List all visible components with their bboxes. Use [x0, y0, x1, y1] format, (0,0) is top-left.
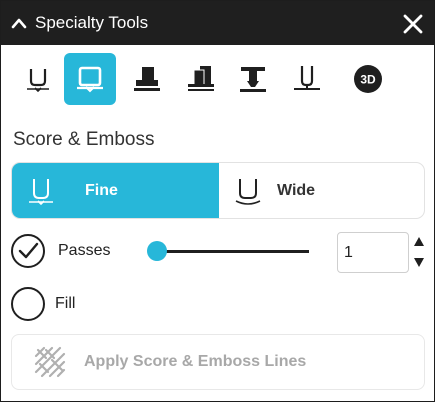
- deboss-tool-icon: [77, 66, 103, 93]
- specialty-tools-panel: Specialty Tools 3D Score & Emboss Fine W…: [0, 0, 435, 402]
- section-title: Score & Emboss: [13, 129, 155, 150]
- fine-tip-icon: [29, 178, 53, 205]
- multi-layer-tool-icon: [188, 66, 214, 91]
- increment-arrow-icon[interactable]: [412, 235, 426, 249]
- 3d-tool-icon: 3D: [354, 65, 382, 93]
- 3d-tool-label: 3D: [360, 73, 376, 87]
- passes-stepper: [337, 232, 409, 273]
- tool-selector: 3D: [1, 45, 434, 117]
- stamp-tool-icon: [240, 67, 266, 92]
- decrement-arrow-icon[interactable]: [412, 255, 426, 269]
- mode-wide-label: Wide: [277, 181, 316, 199]
- tool-engrave[interactable]: [121, 53, 173, 105]
- apply-score-emboss-button[interactable]: Apply Score & Emboss Lines: [11, 334, 425, 390]
- wide-tip-icon: [235, 178, 261, 205]
- hatch-lines-icon: [34, 346, 66, 378]
- tool-stamp[interactable]: [227, 53, 279, 105]
- tool-multi-layer[interactable]: [175, 53, 227, 105]
- mode-fine-label: Fine: [85, 181, 118, 199]
- apply-button-label: Apply Score & Emboss Lines: [84, 353, 307, 370]
- panel-title: Specialty Tools: [35, 13, 149, 32]
- tool-3d[interactable]: 3D: [342, 53, 394, 105]
- score-emboss-tool-icon: [27, 69, 49, 93]
- title-bar: Specialty Tools: [1, 1, 434, 45]
- passes-slider-track[interactable]: [157, 250, 309, 253]
- pen-plate-tool-icon: [294, 66, 320, 90]
- fill-label: Fill: [55, 295, 76, 312]
- chevron-up-icon[interactable]: [10, 15, 28, 31]
- tool-pen-plate[interactable]: [281, 53, 333, 105]
- emboss-mode-selector: Fine Wide: [11, 162, 425, 219]
- passes-slider-handle[interactable]: [147, 241, 167, 261]
- passes-checkbox[interactable]: [10, 233, 46, 269]
- mode-fine-button[interactable]: Fine: [12, 163, 219, 218]
- close-icon[interactable]: [401, 12, 425, 36]
- tool-score-emboss[interactable]: [12, 53, 64, 105]
- engrave-tool-icon: [134, 67, 160, 91]
- mode-wide-button[interactable]: Wide: [219, 163, 424, 218]
- fill-checkbox[interactable]: [10, 286, 46, 322]
- passes-input[interactable]: [338, 233, 408, 272]
- tool-deboss[interactable]: [64, 53, 116, 105]
- passes-label: Passes: [58, 242, 111, 259]
